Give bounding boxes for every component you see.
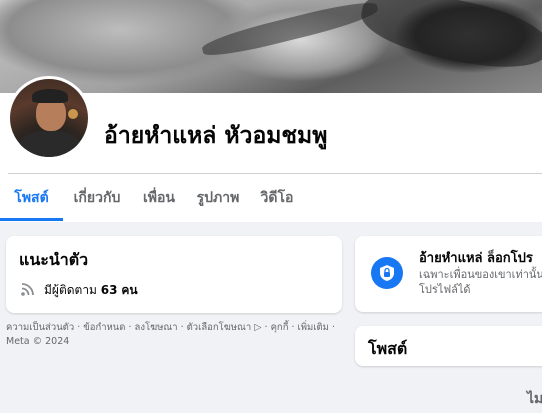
followers-unit: คน xyxy=(121,283,138,297)
intro-card: แนะนำตัว มีผู้ติดตาม 63 คน xyxy=(6,236,342,313)
avatar-cap xyxy=(32,89,68,103)
cover-photo-detail xyxy=(355,0,542,80)
followers-prefix: มีผู้ติดตาม xyxy=(44,283,97,297)
tab-photos[interactable]: รูปภาพ xyxy=(187,174,249,221)
intro-title: แนะนำตัว xyxy=(19,250,89,269)
cover-photo[interactable] xyxy=(0,0,542,93)
locked-profile-card: อ้ายหำแหล่ ล็อกโปร เฉพาะเพื่อนของเขาเท่า… xyxy=(355,236,542,312)
locked-title: อ้ายหำแหล่ ล็อกโปร xyxy=(419,251,533,266)
locked-description: เฉพาะเพื่อนของเขาเท่านั้น โปรไฟล์ได้ xyxy=(419,268,542,296)
tab-label: เกี่ยวกับ xyxy=(73,189,121,206)
footer-copyright: Meta © 2024 xyxy=(6,336,70,347)
profile-avatar[interactable] xyxy=(7,76,91,160)
tab-label: เพื่อน xyxy=(143,189,175,206)
profile-name: อ้ายหำแหล่ หัวอมชมพู xyxy=(104,123,328,149)
posts-title: โพสต์ xyxy=(368,339,408,358)
tab-videos[interactable]: วิดีโอ xyxy=(249,174,305,221)
followers-count[interactable]: มีผู้ติดตาม 63 คน xyxy=(44,281,138,300)
footer-links: ความเป็นส่วนตัว · ข้อกำหนด · ลงโฆษณา · ต… xyxy=(6,321,342,349)
profile-tabs: โพสต์ เกี่ยวกับ เพื่อน รูปภาพ วิดีโอ xyxy=(0,174,305,221)
shield-lock-icon xyxy=(371,257,403,289)
tab-label: วิดีโอ xyxy=(260,189,294,206)
no-posts-text: ไม xyxy=(527,391,542,407)
tab-label: โพสต์ xyxy=(14,189,49,206)
tab-about[interactable]: เกี่ยวกับ xyxy=(63,174,131,221)
avatar-body xyxy=(20,131,80,157)
avatar-light xyxy=(68,109,78,119)
tab-friends[interactable]: เพื่อน xyxy=(131,174,187,221)
rss-icon xyxy=(21,283,34,296)
avatar-image xyxy=(10,79,88,157)
cover-photo-detail xyxy=(200,0,380,62)
posts-card: โพสต์ xyxy=(355,326,542,366)
followers-number: 63 xyxy=(100,283,118,297)
tab-posts[interactable]: โพสต์ xyxy=(0,174,63,221)
footer-link-list[interactable]: ความเป็นส่วนตัว · ข้อกำหนด · ลงโฆษณา · ต… xyxy=(6,321,342,335)
tab-label: รูปภาพ xyxy=(196,189,240,206)
